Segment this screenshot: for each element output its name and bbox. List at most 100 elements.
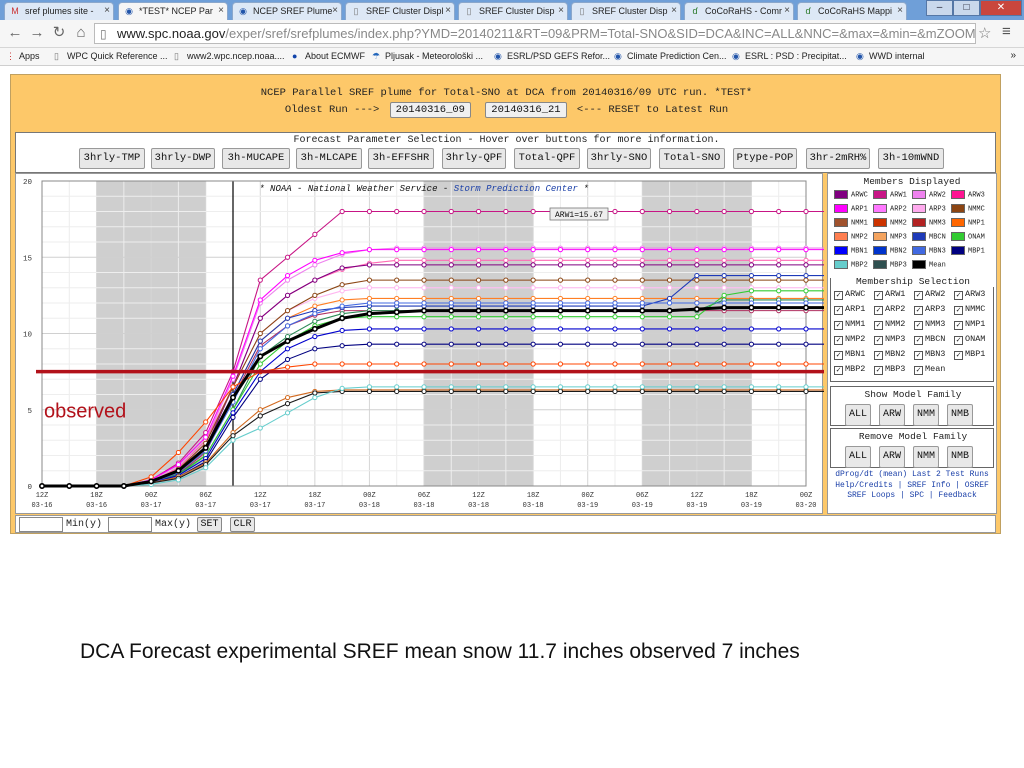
tab-5[interactable]: ▯ SREF Cluster Disp × [571, 2, 681, 20]
param-button-3hrly-tmp[interactable]: 3hrly-TMP [79, 148, 145, 169]
home-icon[interactable]: ⌂ [72, 24, 90, 42]
bookmark-3[interactable]: ● About ECMWF [292, 51, 365, 61]
checkmark-icon[interactable]: ✓ [874, 366, 883, 375]
membership-checkbox[interactable]: ✓ NMMC [954, 304, 985, 315]
remove-family-all-button[interactable]: ALL [845, 446, 871, 468]
membership-checkbox[interactable]: ✓ ARW1 [874, 289, 905, 300]
param-button-3hr-2mrh-[interactable]: 3hr-2mRH% [806, 148, 870, 169]
chart-title-title-link[interactable]: Storm Prediction Center [454, 184, 579, 194]
bookmark-6[interactable]: ◉ Climate Prediction Cen... [614, 51, 727, 62]
close-tab-icon[interactable]: × [671, 5, 677, 16]
membership-checkbox[interactable]: ✓ MBCN [914, 334, 945, 345]
close-tab-icon[interactable]: × [558, 5, 564, 16]
checkmark-icon[interactable]: ✓ [954, 321, 963, 330]
reload-icon[interactable]: ↻ [50, 24, 68, 42]
close-tab-icon[interactable]: × [218, 5, 224, 16]
remove-family-nmm-button[interactable]: NMM [913, 446, 939, 468]
minimize-button[interactable]: – [926, 0, 953, 16]
membership-checkbox[interactable]: ✓ MBP1 [954, 349, 985, 360]
run-button-1[interactable]: 20140316_09 [389, 102, 471, 118]
bookmark-0[interactable]: ⋮ Apps [6, 51, 40, 62]
close-tab-icon[interactable]: × [897, 5, 903, 16]
param-button-3h-mucape[interactable]: 3h-MUCAPE [222, 148, 290, 169]
membership-checkbox[interactable]: ✓ NMM3 [914, 319, 945, 330]
max-y-input[interactable] [108, 517, 152, 532]
tab-7[interactable]: ɗ CoCoRaHS Mappi × [797, 2, 907, 20]
membership-checkbox[interactable]: ✓ MBN1 [834, 349, 865, 360]
param-button-3h-mlcape[interactable]: 3h-MLCAPE [296, 148, 362, 169]
membership-checkbox[interactable]: ✓ NMM1 [834, 319, 865, 330]
param-button-3hrly-qpf[interactable]: 3hrly-QPF [442, 148, 506, 169]
membership-checkbox[interactable]: ✓ MBP3 [874, 364, 905, 375]
checkmark-icon[interactable]: ✓ [834, 351, 843, 360]
membership-checkbox[interactable]: ✓ ARP1 [834, 304, 865, 315]
membership-checkbox[interactable]: ✓ ONAM [954, 334, 985, 345]
close-tab-icon[interactable]: × [104, 5, 110, 16]
bookmark-1[interactable]: ▯ WPC Quick Reference ... [54, 51, 168, 62]
checkmark-icon[interactable]: ✓ [874, 336, 883, 345]
membership-checkbox[interactable]: ✓ ARWC [834, 289, 865, 300]
bookmark-5[interactable]: ◉ ESRL/PSD GEFS Refor... [494, 51, 610, 62]
param-button-3h-10mwnd[interactable]: 3h-10mWND [878, 148, 944, 169]
checkmark-icon[interactable]: ✓ [834, 336, 843, 345]
checkmark-icon[interactable]: ✓ [914, 366, 923, 375]
checkmark-icon[interactable]: ✓ [874, 291, 883, 300]
checkmark-icon[interactable]: ✓ [834, 321, 843, 330]
membership-checkbox[interactable]: ✓ MBN2 [874, 349, 905, 360]
param-button-total-qpf[interactable]: Total-QPF [514, 148, 580, 169]
membership-checkbox[interactable]: ✓ NMM2 [874, 319, 905, 330]
checkmark-icon[interactable]: ✓ [874, 351, 883, 360]
set-button[interactable]: SET [197, 517, 222, 532]
url-field[interactable]: ▯ www.spc.noaa.gov/exper/sref/srefplumes/… [94, 23, 976, 44]
remove-family-arw-button[interactable]: ARW [879, 446, 905, 468]
checkmark-icon[interactable]: ✓ [834, 366, 843, 375]
checkmark-icon[interactable]: ✓ [834, 306, 843, 315]
membership-checkbox[interactable]: ✓ ARP3 [914, 304, 945, 315]
show-family-all-button[interactable]: ALL [845, 404, 871, 426]
close-tab-icon[interactable]: × [445, 5, 451, 16]
checkmark-icon[interactable]: ✓ [954, 291, 963, 300]
bookmark-8[interactable]: ◉ WWD internal [856, 51, 925, 62]
link-loops[interactable]: SREF Loops | SPC | Feedback [830, 491, 994, 502]
more-bookmarks-icon[interactable]: » [1010, 50, 1016, 61]
checkmark-icon[interactable]: ✓ [954, 351, 963, 360]
param-button-total-sno[interactable]: Total-SNO [659, 148, 725, 169]
show-family-arw-button[interactable]: ARW [879, 404, 905, 426]
bookmark-2[interactable]: ▯ www2.wpc.ncep.noaa.... [174, 51, 285, 62]
membership-checkbox[interactable]: ✓ ARP2 [874, 304, 905, 315]
membership-checkbox[interactable]: ✓ Mean [914, 364, 945, 375]
remove-family-nmb-button[interactable]: NMB [947, 446, 973, 468]
membership-checkbox[interactable]: ✓ NMP1 [954, 319, 985, 330]
link-help[interactable]: Help/Credits | SREF Info | OSREF [830, 481, 994, 492]
checkmark-icon[interactable]: ✓ [874, 321, 883, 330]
checkmark-icon[interactable]: ✓ [834, 291, 843, 300]
tab-4[interactable]: ▯ SREF Cluster Disp × [458, 2, 568, 20]
checkmark-icon[interactable]: ✓ [914, 306, 923, 315]
tab-0[interactable]: Msref plumes site - × [4, 2, 114, 20]
min-y-input[interactable] [19, 517, 63, 532]
bookmark-star-icon[interactable]: ☆ [978, 24, 991, 42]
membership-checkbox[interactable]: ✓ ARW2 [914, 289, 945, 300]
run-button-2[interactable]: 20140316_21 [485, 102, 567, 118]
param-button-3h-effshr[interactable]: 3h-EFFSHR [368, 148, 434, 169]
checkmark-icon[interactable]: ✓ [914, 336, 923, 345]
menu-icon[interactable]: ≡ [1002, 23, 1011, 40]
maximize-button[interactable]: □ [953, 0, 980, 16]
param-button-3hrly-sno[interactable]: 3hrly-SNO [587, 148, 651, 169]
bookmark-7[interactable]: ◉ ESRL : PSD : Precipitat... [732, 51, 847, 62]
membership-checkbox[interactable]: ✓ NMP2 [834, 334, 865, 345]
close-window-button[interactable]: ✕ [980, 0, 1022, 16]
close-tab-icon[interactable]: × [784, 5, 790, 16]
forward-icon[interactable]: → [28, 24, 46, 42]
membership-checkbox[interactable]: ✓ MBN3 [914, 349, 945, 360]
checkmark-icon[interactable]: ✓ [914, 291, 923, 300]
checkmark-icon[interactable]: ✓ [914, 351, 923, 360]
param-button-ptype-pop[interactable]: Ptype-POP [733, 148, 797, 169]
tab-6[interactable]: ɗ CoCoRaHS - Comr × [684, 2, 794, 20]
checkmark-icon[interactable]: ✓ [874, 306, 883, 315]
checkmark-icon[interactable]: ✓ [954, 306, 963, 315]
membership-checkbox[interactable]: ✓ MBP2 [834, 364, 865, 375]
link-dprog[interactable]: dProg/dt (mean) Last 2 Test Runs [830, 470, 994, 481]
param-button-3hrly-dwp[interactable]: 3hrly-DWP [151, 148, 215, 169]
bookmark-4[interactable]: ☂ Pljusak - Meteorološki ... [372, 51, 483, 62]
